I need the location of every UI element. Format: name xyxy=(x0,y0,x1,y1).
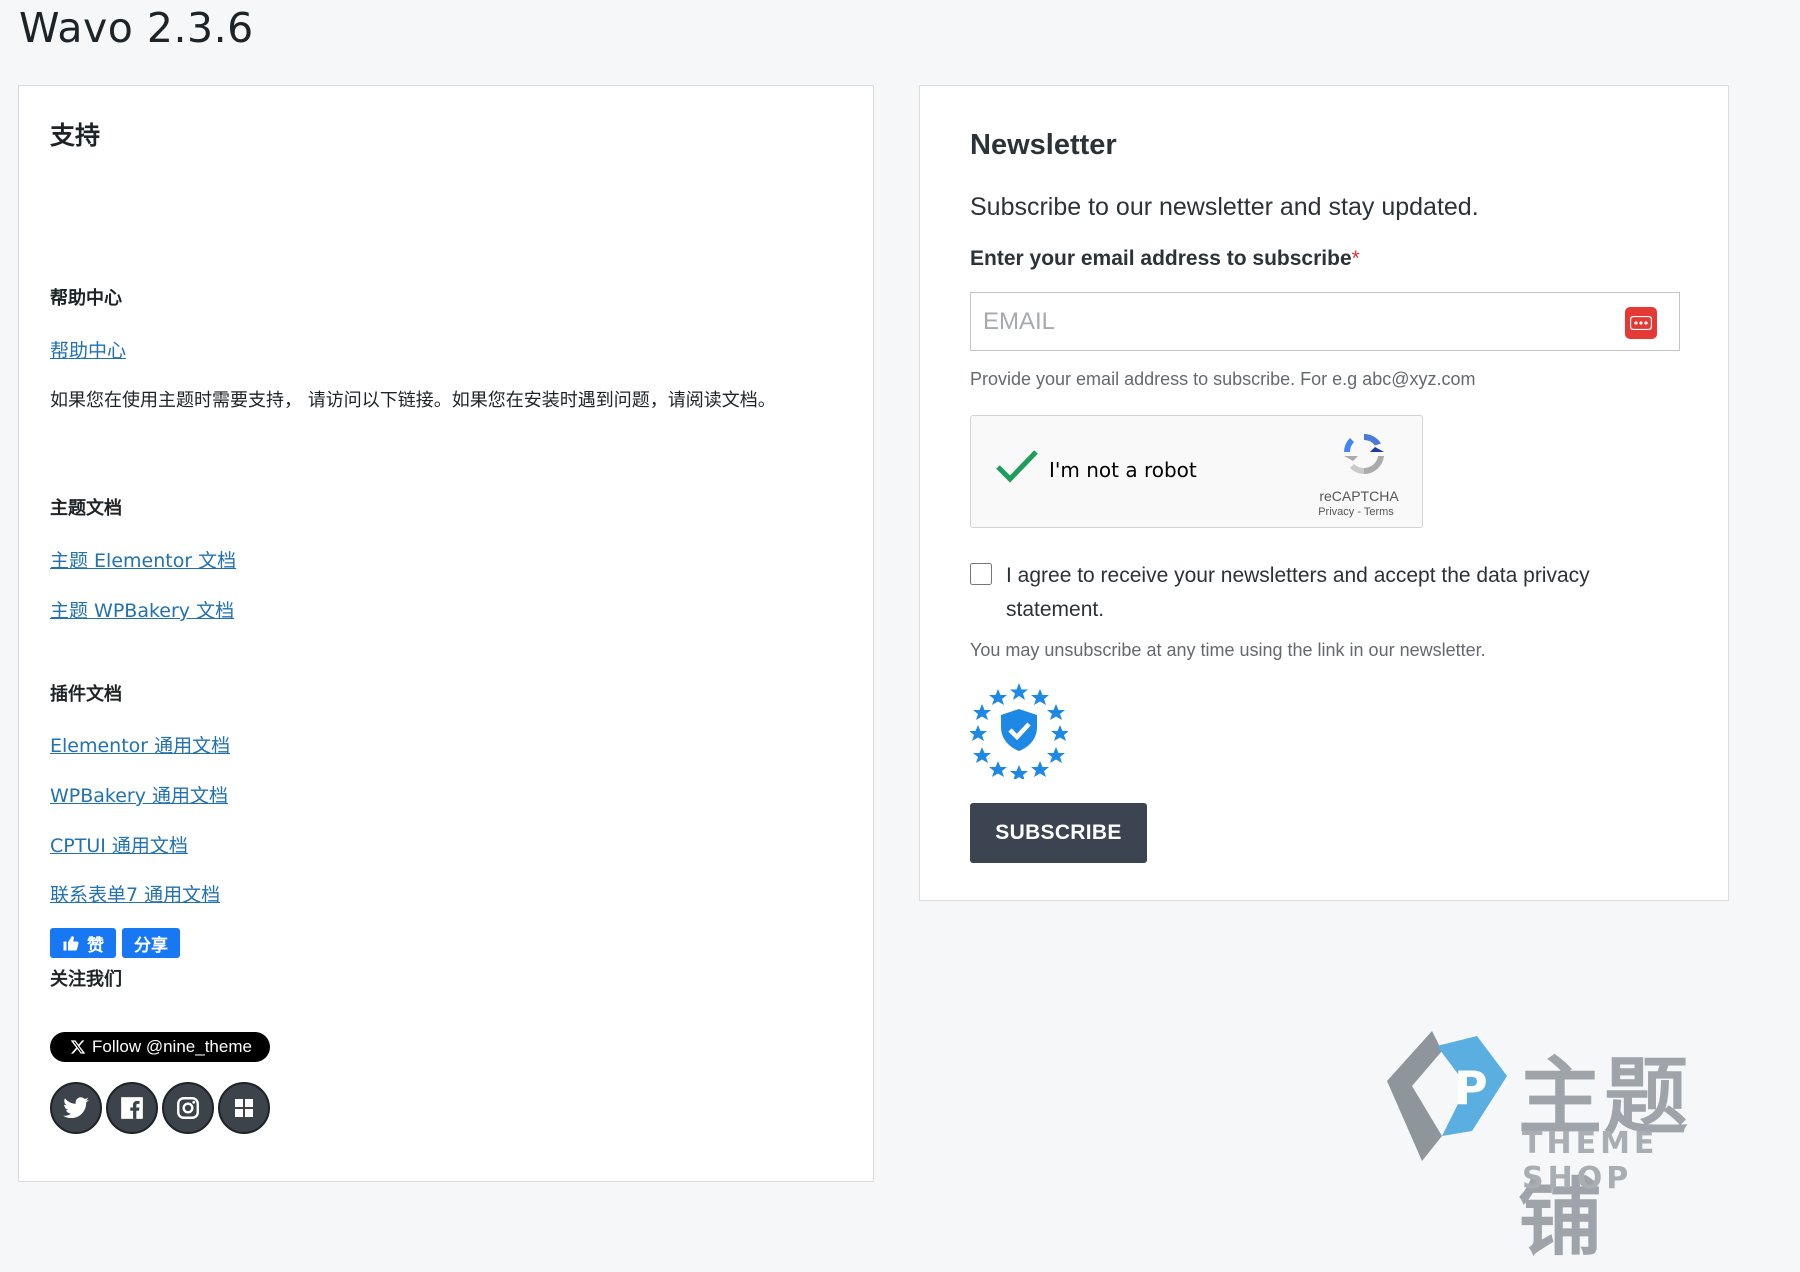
email-input[interactable] xyxy=(971,293,1611,350)
newsletter-card: Newsletter Subscribe to our newsletter a… xyxy=(919,85,1729,901)
watermark-english: THEME SHOP xyxy=(1522,1126,1659,1196)
password-manager-icon[interactable] xyxy=(1625,307,1657,339)
plugin-docs-heading: 插件文档 xyxy=(50,684,122,705)
facebook-social-button[interactable] xyxy=(106,1082,158,1134)
facebook-share-button[interactable]: 分享 xyxy=(122,928,180,958)
theme-elementor-docs-link[interactable]: 主题 Elementor 文档 xyxy=(50,546,236,573)
email-label: Enter your email address to subscribe* xyxy=(970,247,1360,270)
recaptcha-brand: reCAPTCHA xyxy=(1319,488,1399,504)
recaptcha-terms-link[interactable]: Terms xyxy=(1364,506,1394,518)
facebook-icon xyxy=(121,1097,143,1119)
grid-icon xyxy=(235,1099,253,1117)
required-mark: * xyxy=(1351,247,1360,270)
theme-shop-watermark: P 主题铺 THEME SHOP xyxy=(1382,1022,1772,1267)
recaptcha-checkmark-icon[interactable] xyxy=(995,448,1039,484)
cptui-docs-link[interactable]: CPTUI 通用文档 xyxy=(50,831,188,858)
support-card: 支持 帮助中心 帮助中心 如果您在使用主题时需要支持， 请访问以下链接。如果您在… xyxy=(18,85,874,1182)
facebook-like-button[interactable]: 赞 xyxy=(50,928,116,958)
recaptcha-label: I'm not a robot xyxy=(1049,458,1197,482)
recaptcha-links: Privacy - Terms xyxy=(1318,506,1394,518)
newsletter-title: Newsletter xyxy=(970,129,1117,161)
instagram-icon xyxy=(177,1097,199,1119)
cf7-docs-link[interactable]: 联系表单7 通用文档 xyxy=(50,880,220,907)
recaptcha-widget: I'm not a robot reCAPTCHA Privacy - Term… xyxy=(970,415,1423,528)
theme-shop-logo-icon: P xyxy=(1387,1031,1507,1161)
x-follow-button[interactable]: Follow @nine_theme xyxy=(50,1032,270,1062)
email-hint: Provide your email address to subscribe.… xyxy=(970,369,1476,389)
agree-text: I agree to receive your newsletters and … xyxy=(1006,564,1590,621)
page-title: Wavo 2.3.6 xyxy=(19,4,254,52)
help-center-link[interactable]: 帮助中心 xyxy=(50,336,126,363)
agree-checkbox[interactable] xyxy=(970,563,992,585)
subscribe-button[interactable]: SUBSCRIBE xyxy=(970,803,1147,863)
share-label: 分享 xyxy=(134,935,168,956)
email-field-wrapper xyxy=(970,292,1680,351)
x-logo-icon xyxy=(70,1040,86,1054)
grid-social-button[interactable] xyxy=(218,1082,270,1134)
x-follow-label: Follow @nine_theme xyxy=(92,1037,252,1056)
like-label: 赞 xyxy=(87,935,104,956)
instagram-social-button[interactable] xyxy=(162,1082,214,1134)
wpbakery-docs-link[interactable]: WPBakery 通用文档 xyxy=(50,781,228,808)
thumbs-up-icon xyxy=(63,936,79,951)
twitter-social-button[interactable] xyxy=(50,1082,102,1134)
recaptcha-privacy-link[interactable]: Privacy xyxy=(1318,506,1354,518)
support-title: 支持 xyxy=(50,121,101,150)
twitter-icon xyxy=(63,1097,89,1119)
follow-us-heading: 关注我们 xyxy=(50,969,122,990)
facebook-buttons: 赞 分享 xyxy=(50,928,180,958)
support-description: 如果您在使用主题时需要支持， 请访问以下链接。如果您在安装时遇到问题，请阅读文档… xyxy=(50,390,776,411)
eu-privacy-shield-icon xyxy=(970,683,1068,779)
newsletter-subtitle: Subscribe to our newsletter and stay upd… xyxy=(970,193,1479,221)
social-icons xyxy=(50,1082,270,1134)
elementor-docs-link[interactable]: Elementor 通用文档 xyxy=(50,731,230,758)
recaptcha-logo-icon xyxy=(1344,434,1384,475)
unsubscribe-note: You may unsubscribe at any time using th… xyxy=(970,640,1486,660)
svg-text:P: P xyxy=(1454,1061,1488,1115)
theme-wpbakery-docs-link[interactable]: 主题 WPBakery 文档 xyxy=(50,596,234,623)
theme-docs-heading: 主题文档 xyxy=(50,498,122,519)
help-center-heading: 帮助中心 xyxy=(50,288,122,309)
